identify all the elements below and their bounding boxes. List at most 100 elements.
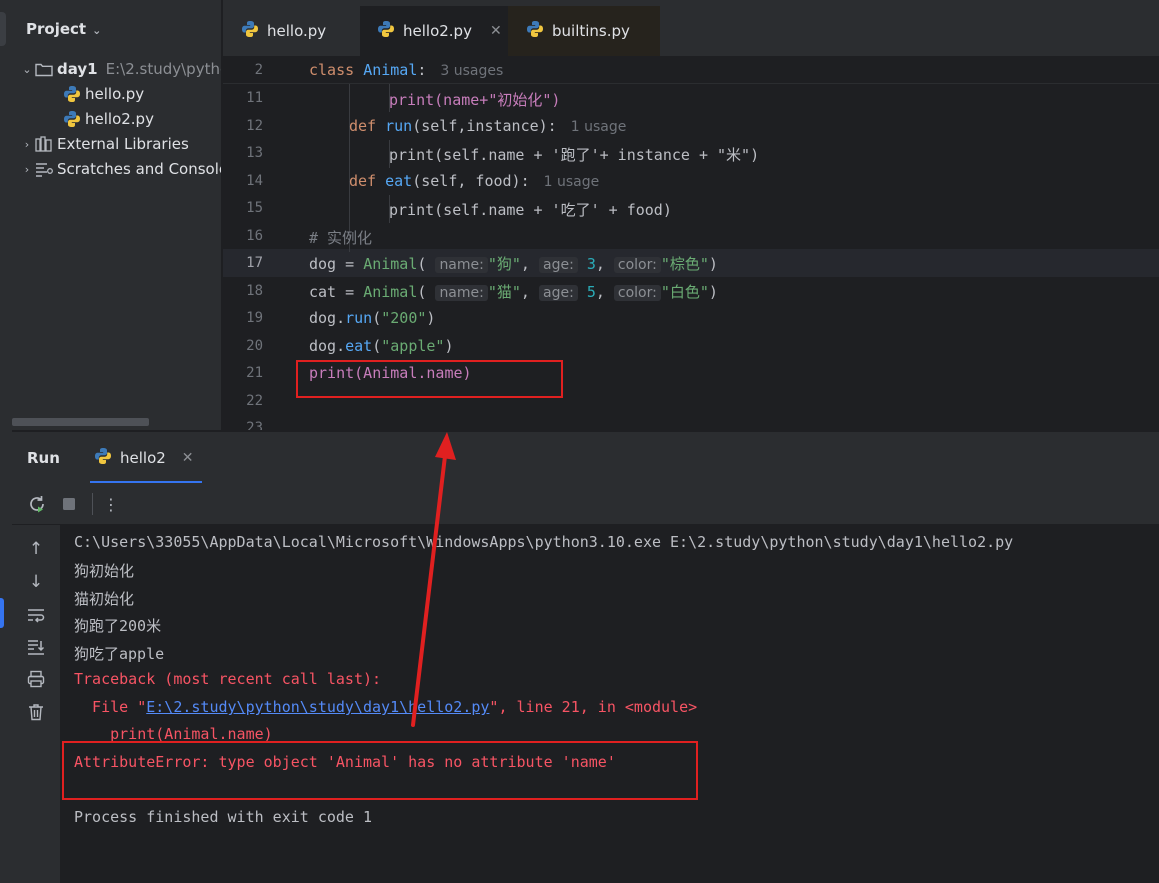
sticky-scope-header[interactable]: 2 class Animal: 3 usages [223,56,1159,84]
param-hint: color: [613,285,661,301]
soft-wrap-icon[interactable] [24,603,48,627]
file-name: hello2.py [85,110,154,128]
variable: dog [309,337,337,355]
code-line: dog = Animal( name: "狗", age: 3, color: "棕… [309,255,718,273]
run-toolbar: ⋮ [12,483,1159,525]
left-tool-strip [0,0,12,883]
run-side-toolbar: ↑ ↓ [12,525,61,883]
line-number: 2 [254,62,263,78]
line-number: 23 [246,420,263,430]
rerun-icon[interactable] [26,493,48,515]
line-number: 16 [246,228,263,244]
param-hint: name: [435,285,488,301]
operator: = [336,283,364,301]
process-finished-message: Process finished with exit code 1 [74,808,373,826]
close-tab-icon[interactable]: ✕ [490,23,502,39]
number-arg: 5 [586,283,596,301]
code-text: print(self.name + '跑了'+ instance + "米") [389,146,760,164]
print-icon[interactable] [24,667,48,691]
operator: = [336,255,364,273]
tree-item-scratches[interactable]: › Scratches and Consoles [20,157,222,181]
code-text: print(self.name + '吃了' + food) [389,201,672,219]
code-line: print(name+"初始化") [389,89,560,110]
run-tab-hello2[interactable]: hello2 ✕ [92,432,194,484]
class-name: Animal [363,61,418,79]
tree-item-external-libraries[interactable]: › External Libraries [20,132,189,156]
more-options-icon[interactable]: ⋮ [100,493,122,515]
tree-item-hello2-py[interactable]: hello2.py [62,107,154,131]
code-line: cat = Animal( name: "猫", age: 5, color: "白… [309,283,718,301]
variable: dog [309,309,337,327]
tab-label: hello.py [267,22,327,40]
string-arg: "棕色" [660,255,709,273]
method-name: run [345,309,373,327]
file-name: hello.py [85,85,145,103]
expand-right-icon[interactable]: › [20,163,34,176]
string-arg: "白色" [660,283,709,301]
traceback-file-link[interactable]: E:\2.study\python\study\day1\hello2.py [146,698,489,716]
arrow-down-icon[interactable]: ↓ [24,570,48,594]
string-arg: "狗" [487,255,521,273]
scratches-icon [34,161,54,177]
number-arg: 3 [586,255,596,273]
line-number: 13 [246,145,263,161]
stop-icon[interactable] [58,493,80,515]
usage-hint[interactable]: 1 usage [571,119,627,135]
run-console-output[interactable]: C:\Users\33055\AppData\Local\Microsoft\W… [62,525,1159,883]
run-tool-header: Run hello2 ✕ [12,431,1159,484]
tree-item-hello-py[interactable]: hello.py [62,82,144,106]
console-line: 狗吃了apple [74,645,165,663]
string-arg: "apple" [381,337,445,355]
trash-icon[interactable] [24,700,48,724]
close-tab-icon[interactable]: ✕ [182,450,194,466]
colon: : [417,61,427,79]
tab-hello-py[interactable]: hello.py [223,6,360,56]
horizontal-scrollbar[interactable] [12,418,149,426]
tab-hello2-py[interactable]: hello2.py ✕ [360,6,508,56]
variable: dog [309,255,337,273]
tree-label: Scratches and Consoles [57,160,222,178]
project-tool-indicator[interactable] [0,12,6,46]
project-panel: Project ⌄ ⌄ day1 E:\2.study\python hello… [12,0,222,430]
code-line: class Animal: 3 usages [309,61,503,79]
arrow-up-icon[interactable]: ↑ [24,537,48,561]
expand-right-icon[interactable]: › [20,138,34,151]
usage-hint[interactable]: 3 usages [440,63,503,79]
annotation-box-code [296,360,563,398]
console-line: C:\Users\33055\AppData\Local\Microsoft\W… [74,533,1014,551]
method-name: eat [345,337,373,355]
keyword: def [349,117,377,135]
run-tool-indicator[interactable] [0,598,4,628]
line-number: 11 [246,90,263,106]
line-number: 19 [246,310,263,326]
traceback-file-prefix: File " [74,698,147,716]
tab-builtins-py[interactable]: builtins.py [508,6,660,56]
project-view-selector[interactable]: Project ⌄ [26,20,101,38]
usage-hint[interactable]: 1 usage [544,174,600,190]
traceback-header: Traceback (most recent call last): [74,670,382,688]
code-editor[interactable]: 2 class Animal: 3 usages 11 print(name+"初… [223,56,1159,430]
tree-item-day1[interactable]: ⌄ day1 E:\2.study\python [20,57,222,81]
code-line: dog.eat("apple") [309,337,454,355]
run-title: Run [27,449,60,467]
console-line: 狗跑了200米 [74,617,162,635]
tree-label: External Libraries [57,135,189,153]
comment: # 实例化 [309,229,373,247]
code-line: def run(self,instance): 1 usage [349,117,626,135]
run-tab-label: hello2 [120,449,166,467]
expand-down-icon[interactable]: ⌄ [20,63,34,76]
code-text: (self,instance): [412,117,557,135]
python-file-icon [526,20,544,42]
python-file-icon [377,20,395,42]
line-number: 15 [246,200,263,216]
chevron-down-icon: ⌄ [92,23,102,37]
line-number: 17 [246,255,263,271]
toolbar-separator [92,493,93,515]
scroll-to-end-icon[interactable] [24,635,48,659]
traceback-file-line: File "E:\2.study\python\study\day1\hello… [74,698,697,716]
param-hint: age: [538,285,578,301]
param-hint: name: [435,257,488,273]
string-arg: "猫" [487,283,521,301]
class-name: Animal [363,283,418,301]
line-number: 22 [246,393,263,409]
